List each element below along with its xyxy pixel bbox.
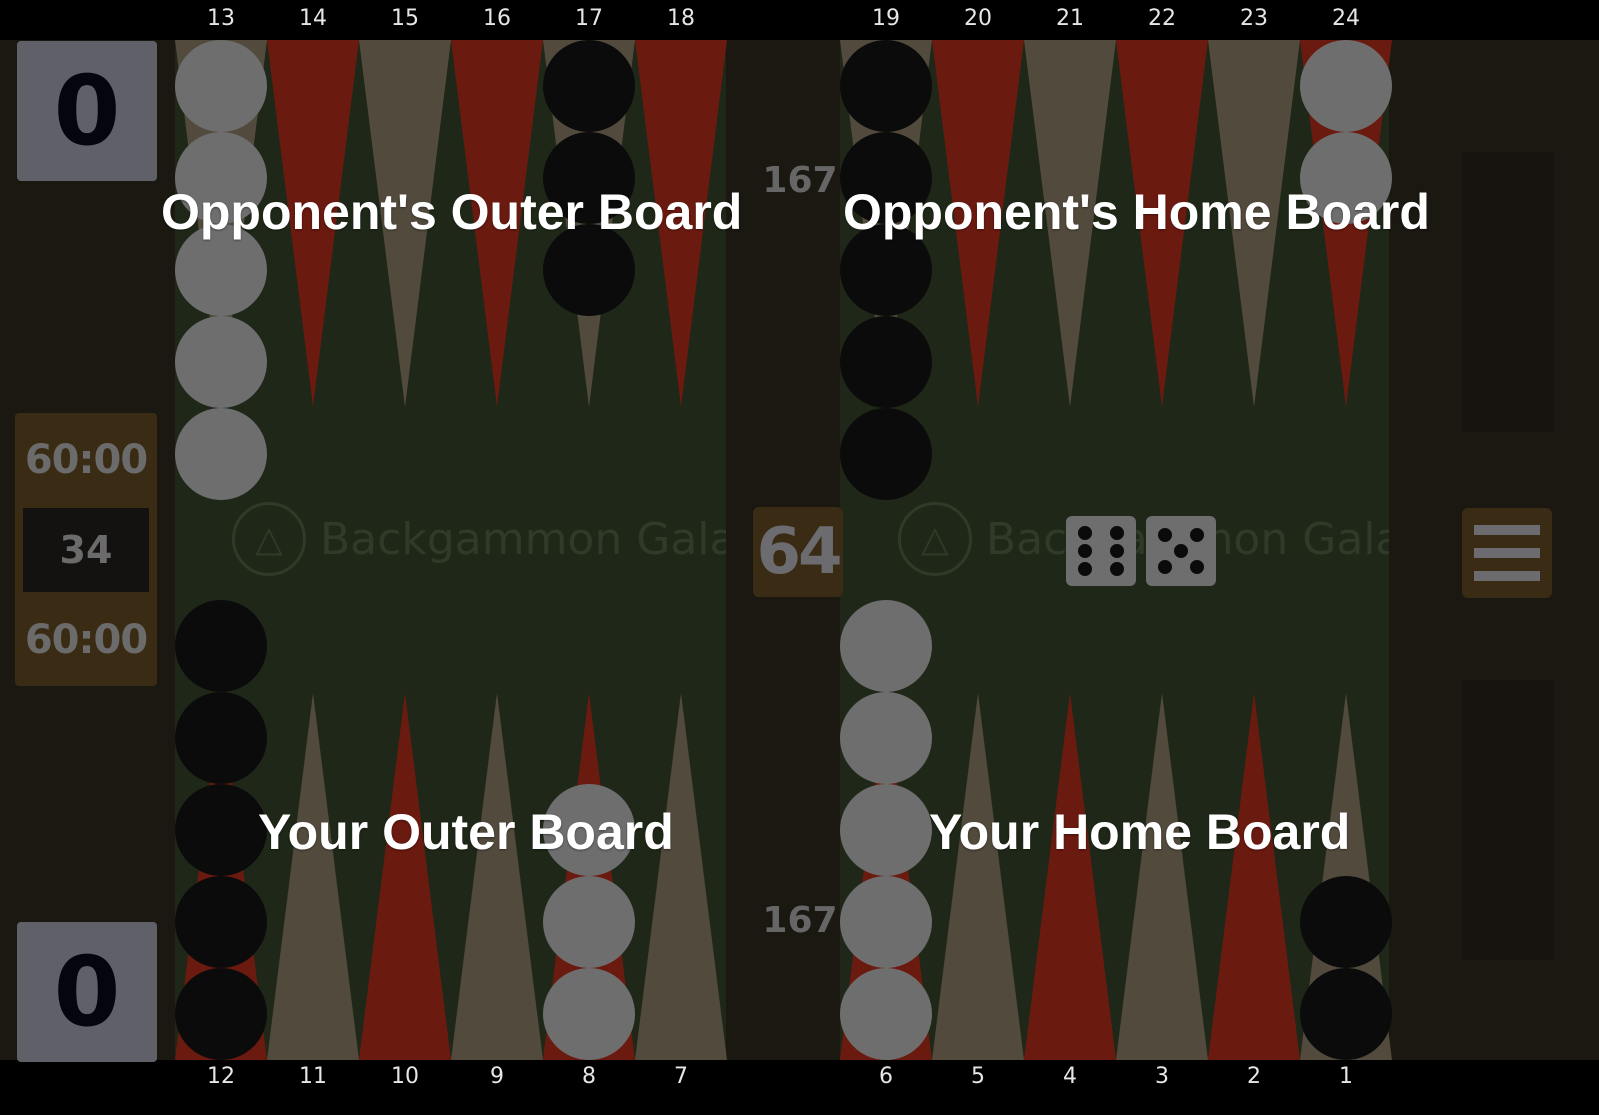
opponent-bear-off-tray (1462, 152, 1554, 432)
die-pip (1110, 562, 1124, 576)
point-number-6: 6 (879, 1064, 893, 1089)
die-pip (1110, 526, 1124, 540)
point-number-5: 5 (971, 1064, 985, 1089)
die-pip (1190, 560, 1204, 574)
white-checker[interactable] (1300, 40, 1392, 132)
point-number-19: 19 (872, 6, 900, 31)
black-checker[interactable] (840, 408, 932, 500)
point-number-24: 24 (1332, 6, 1360, 31)
die-pip (1158, 528, 1172, 542)
white-checker[interactable] (840, 784, 932, 876)
die-pip (1078, 526, 1092, 540)
point-number-10: 10 (391, 1064, 419, 1089)
player-score: 0 (17, 922, 157, 1062)
watermark: △ Backgammon Galaxy (232, 502, 726, 576)
player-bear-off-tray (1462, 680, 1554, 960)
watermark: △ Backgammon Galaxy (898, 502, 1389, 576)
opponent-outer-board-label: Opponent's Outer Board (161, 184, 743, 240)
white-checker[interactable] (840, 692, 932, 784)
point-number-16: 16 (483, 6, 511, 31)
menu-line (1474, 548, 1540, 558)
black-checker[interactable] (543, 40, 635, 132)
white-checker[interactable] (840, 876, 932, 968)
doubling-cube[interactable]: 64 (753, 507, 843, 597)
point-number-14: 14 (299, 6, 327, 31)
player-time: 60:00 (24, 617, 148, 663)
top-point-numbers: 13 14 15 16 17 18 19 20 21 22 23 24 (0, 0, 1599, 40)
white-checker[interactable] (543, 968, 635, 1060)
galaxy-logo-icon: △ (232, 502, 306, 576)
move-counter: 34 (23, 508, 149, 592)
point-number-17: 17 (575, 6, 603, 31)
menu-button[interactable] (1462, 508, 1552, 598)
menu-line (1474, 571, 1540, 581)
point-number-13: 13 (207, 6, 235, 31)
white-checker[interactable] (175, 316, 267, 408)
point-number-21: 21 (1056, 6, 1084, 31)
black-checker[interactable] (175, 876, 267, 968)
opponent-score: 0 (17, 41, 157, 181)
opponent-pip-count: 167 (762, 160, 838, 201)
point-number-3: 3 (1155, 1064, 1169, 1089)
white-checker[interactable] (543, 876, 635, 968)
galaxy-logo-icon: △ (898, 502, 972, 576)
point-number-23: 23 (1240, 6, 1268, 31)
white-checker[interactable] (840, 968, 932, 1060)
black-checker[interactable] (175, 600, 267, 692)
black-checker[interactable] (175, 968, 267, 1060)
point-number-7: 7 (674, 1064, 688, 1089)
die-pip (1158, 560, 1172, 574)
black-checker[interactable] (1300, 876, 1392, 968)
your-outer-board-label: Your Outer Board (258, 804, 674, 860)
opponent-time: 60:00 (24, 437, 148, 483)
point-number-2: 2 (1247, 1064, 1261, 1089)
point-number-20: 20 (964, 6, 992, 31)
black-checker[interactable] (175, 692, 267, 784)
point-number-9: 9 (490, 1064, 504, 1089)
bottom-point-numbers: 12 11 10 9 8 7 6 5 4 3 2 1 (0, 1060, 1599, 1115)
die-pip (1190, 528, 1204, 542)
die-pip (1078, 544, 1092, 558)
die-pip (1174, 544, 1188, 558)
black-checker[interactable] (1300, 968, 1392, 1060)
opponent-home-board-label: Opponent's Home Board (843, 184, 1430, 240)
white-checker[interactable] (840, 600, 932, 692)
die-five[interactable] (1146, 516, 1216, 586)
black-checker[interactable] (175, 784, 267, 876)
white-checker[interactable] (175, 40, 267, 132)
player-pip-count: 167 (762, 900, 838, 941)
hamburger-menu-icon (1474, 525, 1540, 535)
die-pip (1110, 544, 1124, 558)
point-number-4: 4 (1063, 1064, 1077, 1089)
black-checker[interactable] (840, 40, 932, 132)
point-number-15: 15 (391, 6, 419, 31)
point-number-18: 18 (667, 6, 695, 31)
point-number-11: 11 (299, 1064, 327, 1089)
your-home-board-label: Your Home Board (929, 804, 1351, 860)
point-number-22: 22 (1148, 6, 1176, 31)
black-checker[interactable] (840, 316, 932, 408)
point-number-12: 12 (207, 1064, 235, 1089)
point-number-8: 8 (582, 1064, 596, 1089)
die-pip (1078, 562, 1092, 576)
point-number-1: 1 (1339, 1064, 1353, 1089)
die-six[interactable] (1066, 516, 1136, 586)
game-clock: 60:00 34 60:00 (15, 413, 157, 686)
white-checker[interactable] (175, 408, 267, 500)
